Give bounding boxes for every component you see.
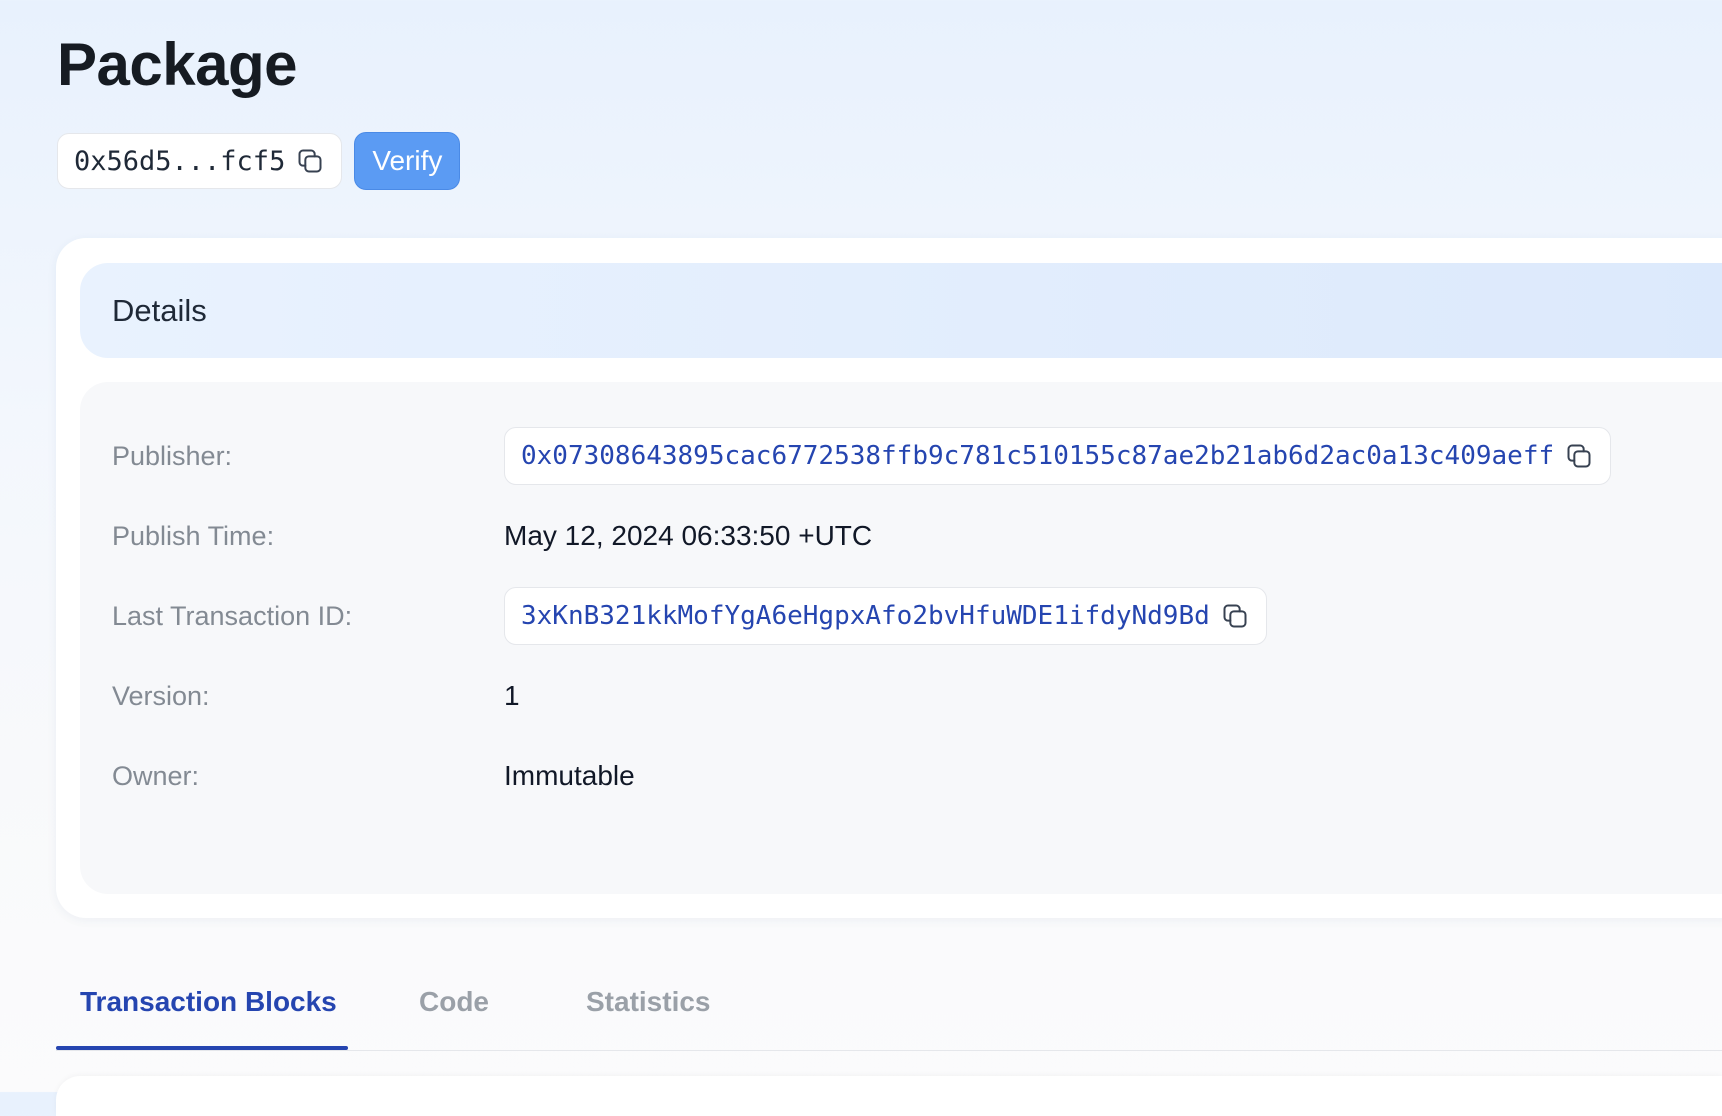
publisher-link[interactable]: 0x07308643895cac6772538ffb9c781c510155c8… <box>521 441 1554 471</box>
verify-button[interactable]: Verify <box>354 132 461 190</box>
details-body: Publisher: 0x07308643895cac6772538ffb9c7… <box>80 382 1722 894</box>
last-transaction-link[interactable]: 3xKnB321kkMofYgA6eHgpxAfo2bvHfuWDE1ifdyN… <box>521 601 1210 631</box>
details-card: Details Publisher: 0x07308643895cac67725… <box>56 238 1722 918</box>
copy-icon[interactable] <box>295 146 325 176</box>
details-title: Details <box>112 292 207 328</box>
owner-value: Immutable <box>504 760 635 791</box>
tab-statistics[interactable]: Statistics <box>586 970 711 1050</box>
details-header: Details <box>80 263 1722 358</box>
detail-row-publisher: Publisher: 0x07308643895cac6772538ffb9c7… <box>80 426 1722 486</box>
detail-row-version: Version: 1 <box>80 666 1722 726</box>
tab-content-panel <box>56 1076 1722 1116</box>
copy-icon[interactable] <box>1564 441 1594 471</box>
copy-icon[interactable] <box>1220 601 1250 631</box>
tab-bar: Transaction Blocks Code Statistics <box>56 970 1722 1051</box>
publisher-label: Publisher: <box>112 440 233 471</box>
page-title: Package <box>57 31 298 98</box>
version-value: 1 <box>504 680 520 711</box>
last-transaction-label: Last Transaction ID: <box>112 600 353 631</box>
detail-row-owner: Owner: Immutable <box>80 746 1722 806</box>
owner-label: Owner: <box>112 760 200 791</box>
tab-transaction-blocks[interactable]: Transaction Blocks <box>80 970 337 1050</box>
publisher-chip: 0x07308643895cac6772538ffb9c781c510155c8… <box>504 427 1612 485</box>
detail-row-last-transaction: Last Transaction ID: 3xKnB321kkMofYgA6eH… <box>80 586 1722 646</box>
detail-row-publish-time: Publish Time: May 12, 2024 06:33:50 +UTC <box>80 506 1722 566</box>
last-transaction-chip: 3xKnB321kkMofYgA6eHgpxAfo2bvHfuWDE1ifdyN… <box>504 587 1267 645</box>
package-id-text: 0x56d5...fcf5 <box>74 145 286 177</box>
publish-time-label: Publish Time: <box>112 520 275 551</box>
package-id-row: 0x56d5...fcf5 Verify <box>57 132 461 190</box>
tab-code[interactable]: Code <box>419 970 489 1050</box>
package-id-chip: 0x56d5...fcf5 <box>57 133 343 189</box>
version-label: Version: <box>112 680 210 711</box>
active-tab-indicator <box>56 1046 348 1050</box>
publish-time-value: May 12, 2024 06:33:50 +UTC <box>504 520 873 551</box>
